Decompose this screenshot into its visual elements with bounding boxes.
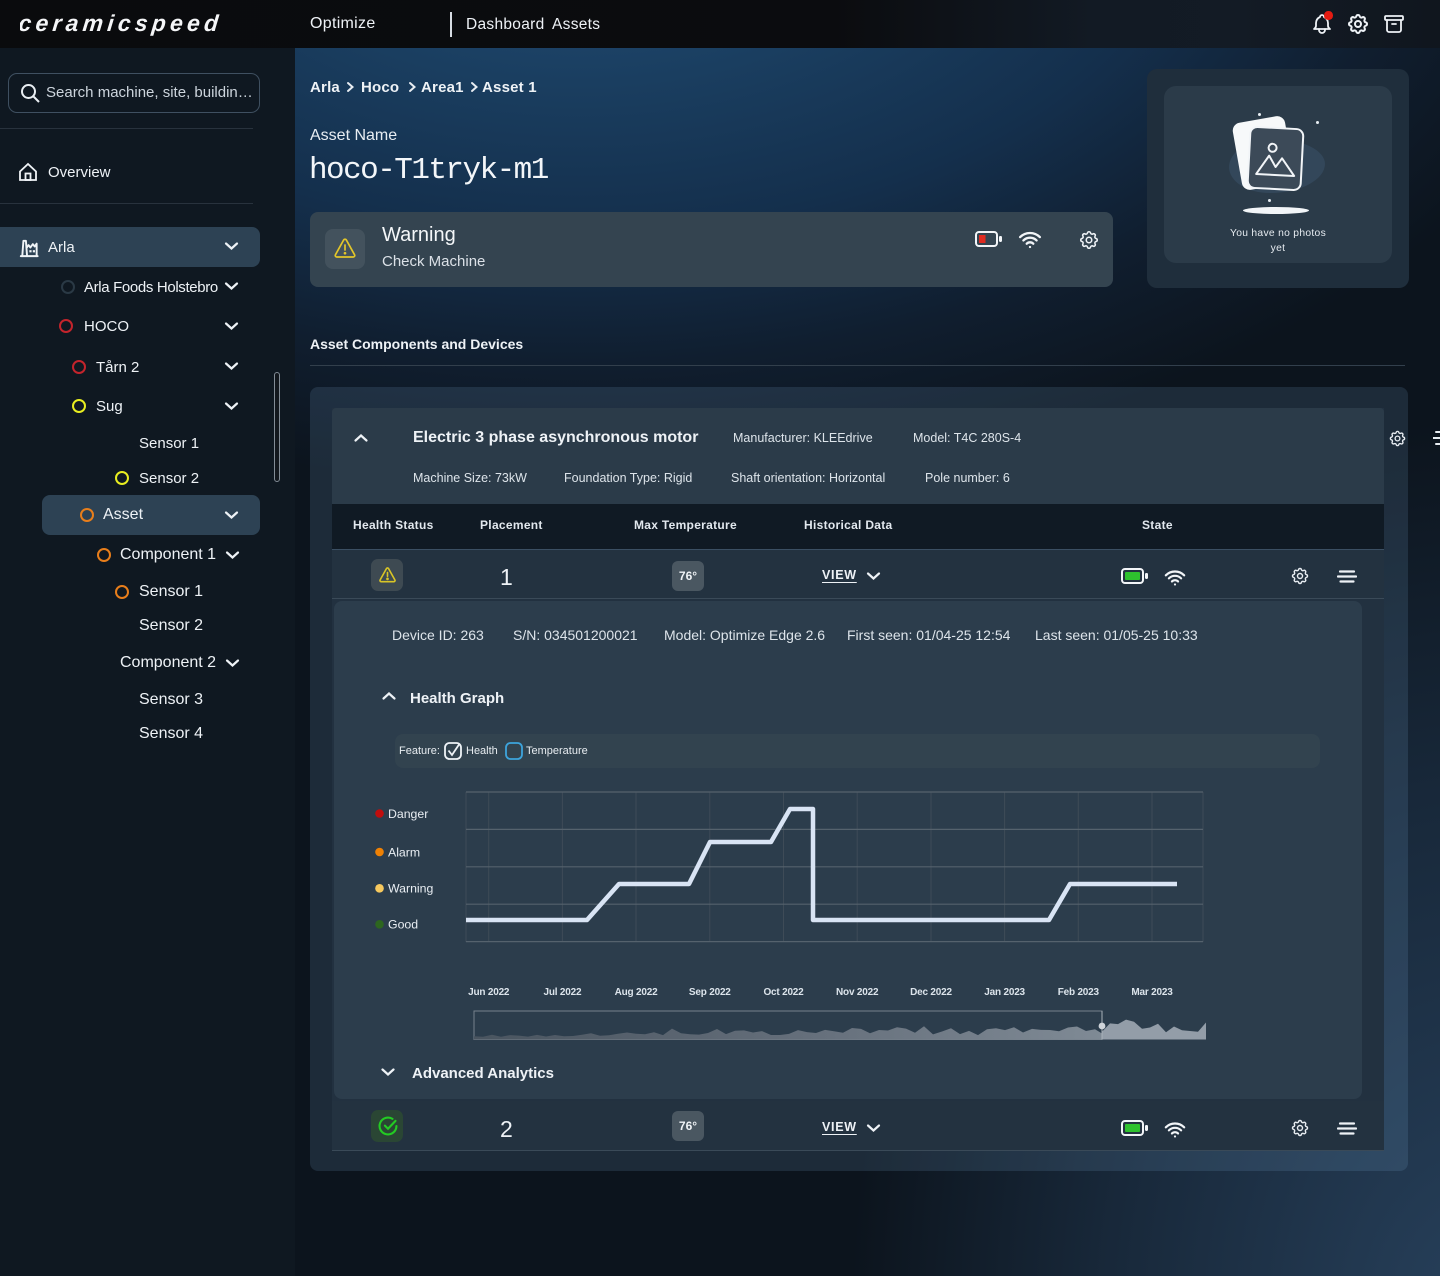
- svg-text:Nov 2022: Nov 2022: [836, 987, 879, 998]
- svg-text:Mar 2023: Mar 2023: [1131, 987, 1173, 998]
- svg-text:Alarm: Alarm: [388, 845, 420, 859]
- svg-text:Jan 2023: Jan 2023: [984, 987, 1025, 998]
- svg-text:Jun 2022: Jun 2022: [468, 987, 510, 998]
- svg-text:Feb 2023: Feb 2023: [1058, 987, 1100, 998]
- svg-text:ceramicspeed: ceramicspeed: [20, 11, 224, 36]
- svg-text:Sep 2022: Sep 2022: [689, 987, 731, 998]
- svg-text:Good: Good: [388, 918, 418, 932]
- svg-text:Dec 2022: Dec 2022: [910, 987, 952, 998]
- svg-text:Danger: Danger: [388, 807, 428, 821]
- svg-text:Aug 2022: Aug 2022: [615, 987, 659, 998]
- svg-text:Oct 2022: Oct 2022: [763, 987, 804, 998]
- svg-text:Warning: Warning: [388, 882, 433, 896]
- svg-text:Jul 2022: Jul 2022: [543, 987, 582, 998]
